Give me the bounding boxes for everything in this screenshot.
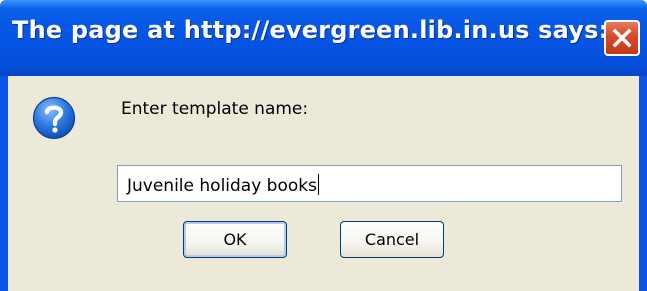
prompt-dialog: The page at http://evergreen.lib.in.us s…	[0, 0, 647, 291]
title-bar[interactable]: The page at http://evergreen.lib.in.us s…	[0, 0, 647, 76]
close-icon	[612, 28, 632, 48]
prompt-label: Enter template name:	[121, 99, 309, 119]
text-caret	[317, 174, 319, 195]
input-value: Juvenile holiday books	[127, 176, 317, 196]
template-name-input[interactable]: Juvenile holiday books	[117, 165, 622, 202]
close-button[interactable]	[604, 20, 640, 56]
question-icon	[32, 96, 76, 140]
ok-button[interactable]: OK	[183, 221, 287, 258]
cancel-button[interactable]: Cancel	[340, 221, 444, 258]
dialog-title: The page at http://evergreen.lib.in.us s…	[12, 16, 609, 44]
